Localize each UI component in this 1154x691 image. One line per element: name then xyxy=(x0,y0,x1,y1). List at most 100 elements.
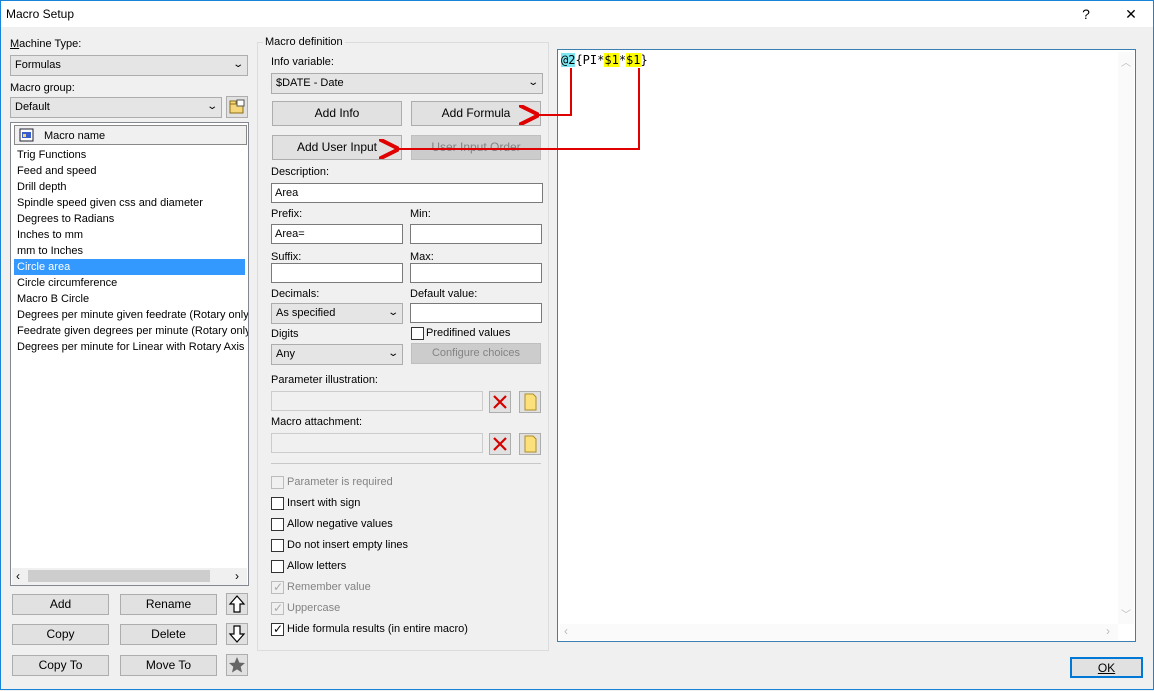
macro-editor[interactable]: @2{PI*$1*$1} ︿ ﹀ ‹ › xyxy=(557,49,1136,642)
scrollbar-thumb[interactable] xyxy=(28,570,210,582)
remember-value-checkbox[interactable]: ✓ xyxy=(271,580,284,594)
remember-value-label: Remember value xyxy=(287,581,371,593)
no-empty-lines-label: Do not insert empty lines xyxy=(287,539,409,551)
ok-button[interactable]: OK xyxy=(1070,657,1143,678)
scroll-right-icon[interactable]: › xyxy=(235,569,239,583)
insert-with-sign-checkbox[interactable] xyxy=(271,497,284,510)
parameter-required-checkbox[interactable] xyxy=(271,476,284,489)
allow-letters-checkbox[interactable] xyxy=(271,560,284,573)
default-value-input[interactable] xyxy=(410,303,542,323)
list-item[interactable]: Circle circumference xyxy=(14,275,245,291)
clear-attachment-button[interactable] xyxy=(489,433,511,455)
delete-button[interactable]: Delete xyxy=(120,624,217,645)
hide-formula-results-checkbox[interactable]: ✓ xyxy=(271,622,284,636)
macro-list[interactable]: Macro name Trig Functions Feed and speed D… xyxy=(10,122,249,586)
list-item[interactable]: Spindle speed given css and diameter xyxy=(14,195,245,211)
no-empty-lines-checkbox[interactable] xyxy=(271,539,284,552)
list-item[interactable]: Feed and speed xyxy=(14,163,245,179)
min-input[interactable] xyxy=(410,224,542,244)
suffix-input[interactable] xyxy=(271,263,403,283)
formula-ref-token: @2 xyxy=(561,53,576,67)
macro-group-label: Macro group: xyxy=(10,82,75,94)
decimals-select[interactable]: As specified ⌄ xyxy=(271,303,403,324)
move-up-button[interactable] xyxy=(226,593,248,615)
description-input[interactable]: Area xyxy=(271,183,543,203)
macro-name-column-icon xyxy=(19,128,34,142)
add-button[interactable]: Add xyxy=(12,594,109,615)
add-formula-button[interactable]: Add Formula xyxy=(411,101,541,126)
macro-attachment-input[interactable] xyxy=(271,433,483,453)
allow-negative-checkbox[interactable] xyxy=(271,518,284,531)
group-settings-button[interactable] xyxy=(226,96,248,118)
macro-definition-label: Macro definition xyxy=(263,36,345,48)
folder-settings-icon xyxy=(229,99,245,114)
browse-illustration-button[interactable] xyxy=(519,391,541,413)
macro-group-select[interactable]: Default ⌄ xyxy=(10,97,222,118)
vertical-scrollbar[interactable]: ︿ ﹀ xyxy=(1118,52,1134,624)
list-item[interactable]: Macro B Circle xyxy=(14,291,245,307)
max-label: Max: xyxy=(410,251,434,263)
list-item[interactable]: mm to Inches xyxy=(14,243,245,259)
scroll-down-icon[interactable]: ﹀ xyxy=(1121,606,1131,621)
list-item[interactable]: Inches to mm xyxy=(14,227,245,243)
info-variable-label: Info variable: xyxy=(271,56,334,68)
list-item[interactable]: Degrees to Radians xyxy=(14,211,245,227)
move-down-button[interactable] xyxy=(226,623,248,645)
title-bar: Macro Setup ? ✕ xyxy=(1,1,1153,27)
help-button[interactable]: ? xyxy=(1068,1,1104,27)
list-item[interactable]: Degrees per minute for Linear with Rotar… xyxy=(14,339,248,355)
add-user-input-button[interactable]: Add User Input xyxy=(272,135,402,160)
move-to-button[interactable]: Move To xyxy=(120,655,217,676)
editor-horizontal-scrollbar[interactable]: ‹ › xyxy=(560,624,1118,640)
browse-attachment-button[interactable] xyxy=(519,433,541,455)
macro-setup-window: Macro Setup ? ✕ Machine Type: Formulas ⌄… xyxy=(0,0,1154,690)
list-item[interactable]: Circle area xyxy=(14,259,245,275)
user-input-token: $1 xyxy=(604,53,619,67)
operator-token: * xyxy=(618,53,627,67)
prefix-input[interactable]: Area= xyxy=(271,224,403,244)
list-item[interactable]: Drill depth xyxy=(14,179,245,195)
macro-attachment-label: Macro attachment: xyxy=(271,416,363,428)
predefined-values-label: Predifined values xyxy=(426,327,511,339)
add-info-button[interactable]: Add Info xyxy=(272,101,402,126)
list-header[interactable]: Macro name xyxy=(14,125,247,145)
uppercase-checkbox[interactable]: ✓ xyxy=(271,601,284,615)
digits-label: Digits xyxy=(271,328,299,340)
scroll-right-icon[interactable]: › xyxy=(1106,624,1110,638)
chevron-down-icon: ⌄ xyxy=(526,77,539,88)
max-input[interactable] xyxy=(410,263,542,283)
window-title: Macro Setup xyxy=(6,7,75,21)
allow-letters-label: Allow letters xyxy=(287,560,347,572)
insert-with-sign-label: Insert with sign xyxy=(287,497,361,509)
predefined-values-checkbox[interactable] xyxy=(411,327,424,340)
prefix-label: Prefix: xyxy=(271,208,303,220)
close-button[interactable]: ✕ xyxy=(1113,1,1149,27)
copy-button[interactable]: Copy xyxy=(12,624,109,645)
configure-choices-button[interactable]: Configure choices xyxy=(411,343,541,364)
user-input-order-button[interactable]: User Input Order xyxy=(411,135,541,160)
machine-type-select[interactable]: Formulas ⌄ xyxy=(10,55,248,76)
min-label: Min: xyxy=(410,208,431,220)
arrow-up-icon xyxy=(228,595,246,613)
horizontal-scrollbar[interactable]: ‹ › xyxy=(12,568,247,585)
favorite-button[interactable] xyxy=(226,654,248,676)
scroll-left-icon[interactable]: ‹ xyxy=(16,569,20,583)
rename-button[interactable]: Rename xyxy=(120,594,217,615)
macro-code-line[interactable]: @2{PI*$1*$1} xyxy=(561,53,648,67)
star-icon xyxy=(229,657,245,673)
allow-negative-label: Allow negative values xyxy=(287,518,393,530)
list-item[interactable]: Feedrate given degrees per minute (Rotar… xyxy=(14,323,248,339)
list-item[interactable]: Trig Functions xyxy=(14,147,245,163)
digits-select[interactable]: Any ⌄ xyxy=(271,344,403,365)
list-item[interactable]: Degrees per minute given feedrate (Rotar… xyxy=(14,307,248,323)
chevron-down-icon: ⌄ xyxy=(386,307,399,318)
clear-illustration-button[interactable] xyxy=(489,391,511,413)
parameter-illustration-input[interactable] xyxy=(271,391,483,411)
info-variable-select[interactable]: $DATE - Date ⌄ xyxy=(271,73,543,94)
copy-to-button[interactable]: Copy To xyxy=(12,655,109,676)
user-input-token: $1 xyxy=(626,53,641,67)
scroll-left-icon[interactable]: ‹ xyxy=(564,624,568,638)
red-x-icon xyxy=(493,437,507,451)
scroll-up-icon[interactable]: ︿ xyxy=(1121,54,1131,69)
folder-icon xyxy=(524,393,537,411)
